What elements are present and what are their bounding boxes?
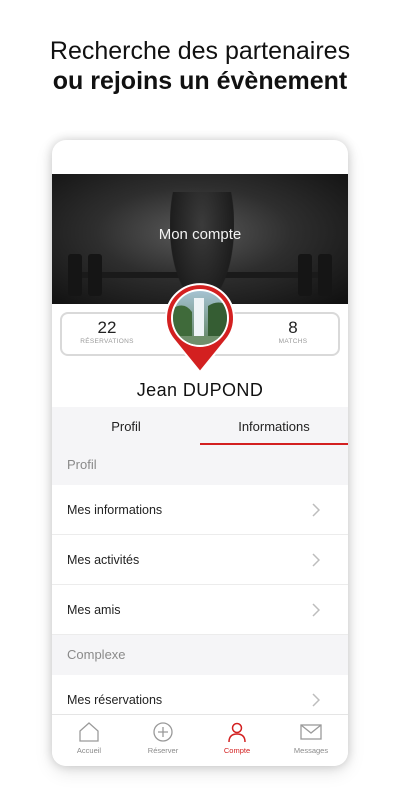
stat-matches[interactable]: 8 MATCHS <box>248 318 338 345</box>
home-icon <box>79 722 99 742</box>
screen-title: Mon compte <box>158 226 242 243</box>
cover-plate-left-2 <box>88 254 102 296</box>
headline-line-1: Recherche des partenaires <box>49 37 351 65</box>
phone-mockup: Mon compte 22 RÉSERVATIONS 8 MATCHS Jean… <box>52 140 348 766</box>
cover-plate-right-2 <box>318 254 332 296</box>
user-name: Jean DUPOND <box>136 380 264 400</box>
tabbar-item-reserver[interactable]: Réserver <box>126 721 200 755</box>
reservations-count: 22 <box>97 318 117 337</box>
matches-label: MATCHS <box>278 338 308 345</box>
tabbar-item-compte[interactable]: Compte <box>200 721 274 755</box>
headline-line-2: ou rejoins un évènement <box>52 67 348 95</box>
section-header-complexe: Complexe <box>52 635 348 675</box>
bottom-tab-bar: Accueil Réserver Compte Messages <box>52 714 348 766</box>
chevron-right-icon <box>312 553 320 567</box>
avatar-pin[interactable] <box>162 282 238 374</box>
section-header-profil: Profil <box>52 445 348 485</box>
tabbar-label: Compte <box>223 746 251 755</box>
stat-reservations[interactable]: 22 RÉSERVATIONS <box>62 318 152 345</box>
tabbar-label: Accueil <box>76 746 102 755</box>
tabbar-item-accueil[interactable]: Accueil <box>52 721 126 755</box>
matches-count: 8 <box>288 318 298 337</box>
envelope-icon <box>300 724 322 740</box>
tabbar-label: Messages <box>293 746 329 755</box>
chevron-right-icon <box>312 693 320 707</box>
tabbar-item-messages[interactable]: Messages <box>274 721 348 755</box>
tab-informations[interactable]: Informations <box>200 407 348 445</box>
cover-plate-right <box>298 254 312 296</box>
menu-item-mes-amis[interactable]: Mes amis <box>52 585 348 635</box>
menu-item-label: Mes réservations <box>67 693 163 707</box>
menu-item-label: Mes informations <box>67 503 163 517</box>
chevron-right-icon <box>312 603 320 617</box>
promo-headline: Recherche des partenaires ou rejoins un … <box>0 36 400 96</box>
tab-profil[interactable]: Profil <box>52 407 200 445</box>
cover-plate-left <box>68 254 82 296</box>
menu-item-mes-informations[interactable]: Mes informations <box>52 485 348 535</box>
person-icon <box>228 722 246 743</box>
tabbar-label: Réserver <box>147 746 179 755</box>
chevron-right-icon <box>312 503 320 517</box>
reservations-label: RÉSERVATIONS <box>80 338 134 345</box>
plus-circle-icon <box>153 722 173 742</box>
profile-tabs: Profil Informations <box>52 407 348 445</box>
menu-item-label: Mes amis <box>67 603 121 617</box>
menu-item-mes-activites[interactable]: Mes activités <box>52 535 348 585</box>
menu-item-label: Mes activités <box>67 553 140 567</box>
